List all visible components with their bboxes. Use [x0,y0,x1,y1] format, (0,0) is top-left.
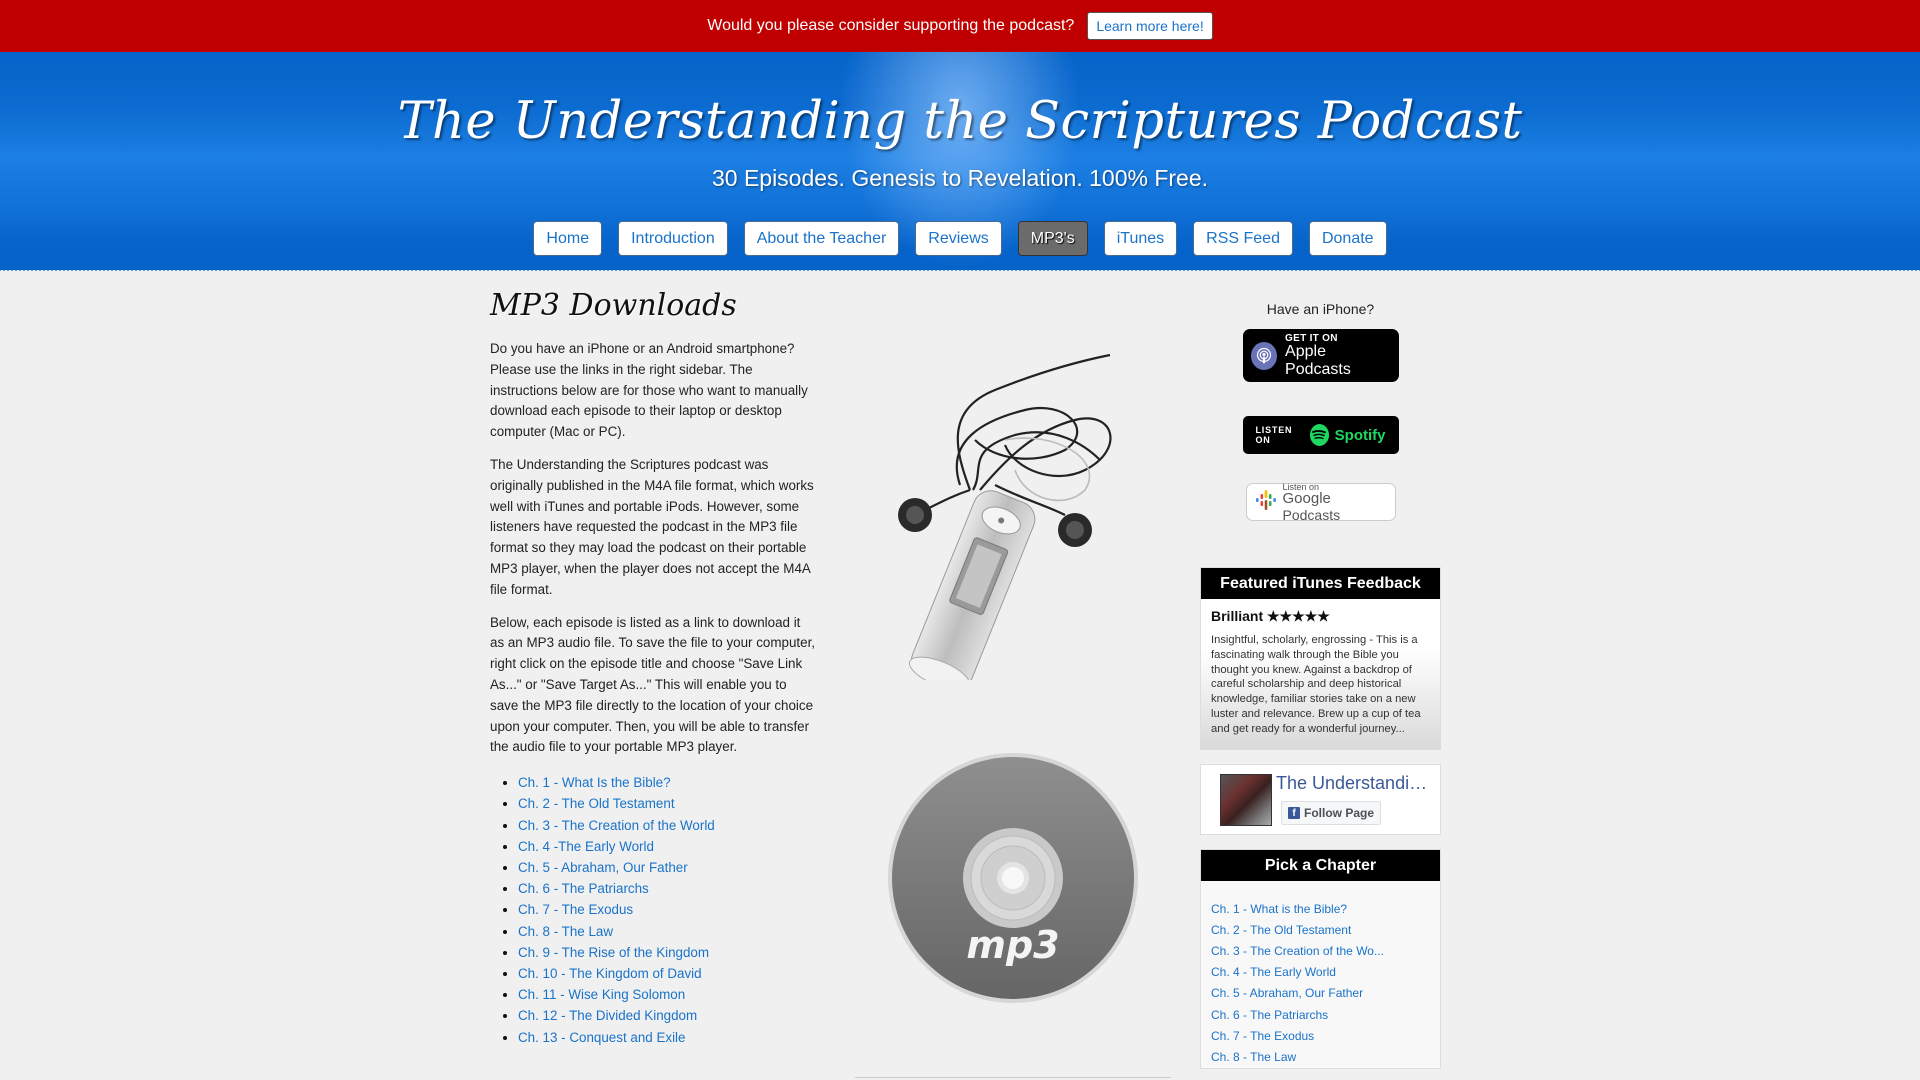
episode-link[interactable]: Ch. 11 - Wise King Solomon [518,987,685,1002]
episode-link[interactable]: Ch. 9 - The Rise of the Kingdom [518,945,709,960]
google-badge-brand: Google [1282,489,1331,507]
support-message: Would you please consider supporting the… [707,17,1075,34]
mp3-cd-image: mp3 [888,753,1138,1003]
episode-item: Ch. 12 - The Divided Kingdom [518,1005,816,1026]
chapter-item: Ch. 4 - The Early World [1211,962,1430,983]
nav-about-teacher[interactable]: About the Teacher [743,221,900,256]
google-podcasts-icon [1255,488,1277,517]
pick-chapter-widget: Pick a Chapter Ch. 1 - What is the Bible… [1200,848,1441,1069]
episode-item: Ch. 1 - What Is the Bible? [518,772,816,793]
episode-link[interactable]: Ch. 2 - The Old Testament [518,796,675,811]
chapter-link[interactable]: Ch. 2 - The Old Testament [1211,923,1351,937]
itunes-feedback-widget: Featured iTunes Feedback Brilliant ★★★★★… [1200,567,1441,750]
apple-badge-brand: Apple [1285,342,1326,360]
nav-reviews[interactable]: Reviews [915,221,1002,256]
site-header: The Understanding the Scriptures Podcast… [0,52,1920,272]
episode-link[interactable]: Ch. 1 - What Is the Bible? [518,775,671,790]
episode-item: Ch. 8 - The Law [518,921,816,942]
episode-item: Ch. 4 -The Early World [518,836,816,857]
format-paragraph: The Understanding the Scriptures podcast… [490,456,814,597]
nav-mp3s[interactable]: MP3's [1017,221,1088,256]
episode-item: Ch. 11 - Wise King Solomon [518,984,816,1005]
chapter-link[interactable]: Ch. 6 - The Patriarchs [1211,1008,1328,1022]
episode-link[interactable]: Ch. 3 - The Creation of the World [518,818,715,833]
facebook-page-thumbnail[interactable] [1220,773,1272,826]
support-banner: Would you please consider supporting the… [0,0,1920,52]
episode-link[interactable]: Ch. 12 - The Divided Kingdom [518,1008,697,1023]
chapter-item: Ch. 8 - The Law [1211,1047,1430,1068]
nav-home[interactable]: Home [533,221,603,256]
facebook-icon: f [1288,806,1300,819]
episode-link[interactable]: Ch. 5 - Abraham, Our Father [518,860,688,875]
spotify-badge[interactable]: LISTEN ON Spotify [1242,416,1399,454]
episode-item: Ch. 5 - Abraham, Our Father [518,857,816,878]
site-tagline: 30 Episodes. Genesis to Revelation. 100%… [711,165,1209,191]
spotify-badge-brand: Spotify [1334,426,1386,444]
chapter-link[interactable]: Ch. 8 - The Law [1211,1050,1296,1064]
episode-link[interactable]: Ch. 7 - The Exodus [518,902,633,917]
chapter-link[interactable]: Ch. 7 - The Exodus [1211,1029,1314,1043]
intro-paragraph: Do you have an iPhone or an Android smar… [490,341,808,440]
spotify-icon [1309,424,1329,446]
feedback-title: Brilliant ★★★★★ [1211,608,1330,624]
feedback-text: Insightful, scholarly, engrossing - This… [1211,634,1421,735]
episode-link[interactable]: Ch. 10 - The Kingdom of David [518,966,702,981]
chapters-heading: Pick a Chapter [1201,849,1440,881]
cd-label: mp3 [966,923,1059,967]
apple-podcasts-icon [1250,341,1278,370]
episode-item: Ch. 3 - The Creation of the World [518,815,816,836]
site-title[interactable]: The Understanding the Scriptures Podcast [0,92,1920,151]
episode-item: Ch. 10 - The Kingdom of David [518,963,816,984]
nav-rss-feed[interactable]: RSS Feed [1193,221,1293,256]
chapter-link[interactable]: Ch. 5 - Abraham, Our Father [1211,986,1363,1000]
chapter-item: Ch. 7 - The Exodus [1211,1026,1430,1047]
apple-podcasts-badge[interactable]: GET IT ON Apple Podcasts [1242,329,1399,382]
mp3-player-image [898,353,1112,680]
chapter-item: Ch. 1 - What is the Bible? [1211,899,1430,920]
google-podcasts-badge[interactable]: Listen on Google Podcasts [1245,482,1396,523]
episode-link[interactable]: Ch. 4 -The Early World [518,839,654,854]
episode-item: Ch. 13 - Conquest and Exile [518,1027,816,1048]
main-nav: Home Introduction About the Teacher Revi… [0,221,1920,256]
chapter-link[interactable]: Ch. 4 - The Early World [1211,965,1336,979]
chapter-item: Ch. 5 - Abraham, Our Father [1211,983,1430,1004]
spotify-badge-small: LISTEN ON [1255,425,1293,445]
instructions-paragraph: Below, each episode is listed as a link … [490,614,816,755]
have-iphone-label: Have an iPhone? [1266,301,1375,317]
chapter-list: Ch. 1 - What is the Bible? Ch. 2 - The O… [1201,881,1440,1069]
episode-link[interactable]: Ch. 13 - Conquest and Exile [518,1030,685,1045]
nav-introduction[interactable]: Introduction [618,221,728,256]
apple-badge-product: Podcasts [1285,360,1351,378]
images-divider [855,1077,1171,1078]
chapter-link[interactable]: Ch. 3 - The Creation of the Wo... [1211,944,1384,958]
episode-item: Ch. 6 - The Patriarchs [518,878,816,899]
episode-link[interactable]: Ch. 8 - The Law [518,924,613,939]
follow-label: Follow Page [1304,805,1375,820]
facebook-page-widget: The Understanding the Scriptures Podcast… [1200,763,1441,835]
feedback-heading: Featured iTunes Feedback [1201,568,1440,599]
chapter-link[interactable]: Ch. 1 - What is the Bible? [1211,902,1347,916]
page-title: MP3 Downloads [490,288,737,323]
nav-donate[interactable]: Donate [1308,221,1387,256]
facebook-follow-button[interactable]: f Follow Page [1281,800,1382,825]
learn-more-button[interactable]: Learn more here! [1087,12,1213,40]
episode-item: Ch. 2 - The Old Testament [518,793,816,814]
facebook-page-name[interactable]: The Understanding the Scriptures Podcast [1276,773,1436,794]
episode-list: Ch. 1 - What Is the Bible? Ch. 2 - The O… [518,772,816,1048]
sidebar: Have an iPhone? GET IT ON Apple Podcasts… [1200,286,1441,1069]
google-badge-product: Podcasts [1282,506,1341,523]
episode-item: Ch. 9 - The Rise of the Kingdom [518,942,816,963]
nav-itunes[interactable]: iTunes [1103,221,1178,256]
chapter-item: Ch. 3 - The Creation of the Wo... [1211,941,1430,962]
episode-link[interactable]: Ch. 6 - The Patriarchs [518,881,649,896]
main-content: MP3 Downloads Do you have an iPhone or a… [490,286,816,1048]
chapter-item: Ch. 6 - The Patriarchs [1211,1005,1430,1026]
episode-item: Ch. 7 - The Exodus [518,899,816,920]
chapter-item: Ch. 2 - The Old Testament [1211,920,1430,941]
